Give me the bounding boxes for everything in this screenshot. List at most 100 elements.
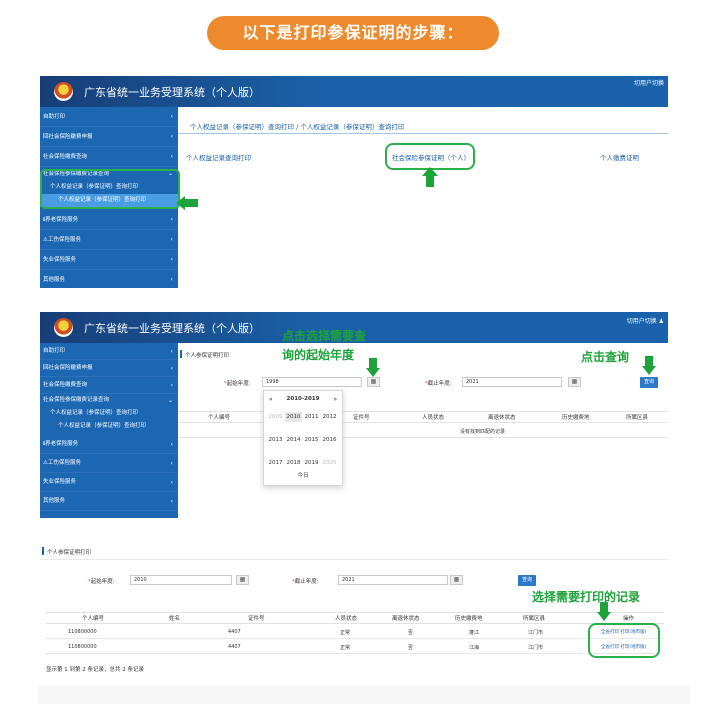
sidebar-item-pension[interactable]: ℹ养老保险服务 ‹: [40, 210, 178, 230]
cell-history: 江海: [469, 645, 480, 651]
query-button[interactable]: 查询: [518, 575, 536, 586]
next-decade-icon[interactable]: »: [333, 396, 337, 403]
table-row: 110800000 4407 正常 否 蓬江 江门市 全省打印 打印(地市版): [46, 625, 664, 639]
sidebar-item-pension[interactable]: ℹ养老保险服务 ‹: [40, 435, 178, 454]
chevron-left-icon: ‹: [170, 216, 173, 223]
emblem-logo-icon: [54, 318, 73, 337]
arrow-left-icon: [176, 196, 198, 210]
year-cell[interactable]: 2013: [267, 435, 284, 445]
sidebar-item-payment-query[interactable]: 社会保险缴费查询 ‹: [40, 377, 178, 394]
sidebar-item-declare[interactable]: 回社会保险缴费申报 ‹: [40, 127, 178, 147]
year-cell[interactable]: 2018: [285, 458, 302, 468]
tab-payment-certificate[interactable]: 个人缴费证明: [600, 152, 639, 162]
divider: [178, 437, 668, 438]
table-header: 个人编号 证件号 人员状态 离退休状态 历史缴费地 所属区县: [178, 411, 668, 423]
year-cell[interactable]: 2020: [321, 458, 338, 468]
calendar-icon[interactable]: ▦: [450, 575, 463, 585]
cell-district: 江门市: [528, 645, 544, 651]
end-year-input[interactable]: 2021: [338, 575, 448, 585]
divider: [178, 133, 668, 134]
chevron-left-icon: ‹: [170, 365, 173, 372]
today-button[interactable]: 今日: [264, 471, 342, 479]
sidebar-item-payment-query[interactable]: 社会保险缴费查询 ‹: [40, 147, 178, 167]
sidebar-sub-item[interactable]: 个人权益记录（参保证明）查询打印: [40, 420, 178, 433]
tab-rights-record[interactable]: 个人权益记录查询打印: [186, 152, 251, 162]
sidebar-item-self-print[interactable]: 自助打印 ‹: [40, 107, 178, 127]
cell-retire: 否: [408, 630, 414, 636]
bottom-strip: [38, 686, 690, 704]
cell-history: 蓬江: [469, 630, 480, 636]
sidebar-item-unemployment[interactable]: 失业保险服务 ‹: [40, 250, 178, 270]
sidebar-item-self-print[interactable]: 自助打印 ‹: [40, 343, 178, 360]
start-year-label: *起始年度:: [224, 381, 251, 387]
chevron-left-icon: ‹: [170, 498, 173, 505]
column-header: 历史缴费地: [562, 415, 590, 421]
end-year-label: *截止年度:: [292, 579, 319, 585]
arrow-down-icon: [597, 602, 611, 622]
arrow-down-icon: [366, 358, 380, 378]
calendar-icon[interactable]: ▦: [568, 377, 581, 387]
sidebar-item-injury[interactable]: ⚠工伤保险服务 ‹: [40, 454, 178, 473]
decade-range[interactable]: 2010-2019: [264, 396, 342, 406]
system-title: 广东省统一业务受理系统（个人版）: [84, 322, 260, 335]
sidebar-item-other[interactable]: 其他服务 ‹: [40, 492, 178, 511]
pagination-info: 显示第 1 到第 2 条记录，总共 2 条记录: [46, 667, 144, 673]
end-year-label: *截止年度:: [425, 381, 452, 387]
year-cell[interactable]: 2016: [321, 435, 338, 445]
arrow-up-icon: [422, 167, 438, 187]
steps-banner: 以下是打印参保证明的步骤：: [207, 16, 499, 50]
column-header: 所属区县: [626, 415, 649, 421]
cell-id: 110800000: [68, 629, 97, 635]
year-cell[interactable]: 2019: [303, 458, 320, 468]
year-cell-selected[interactable]: 2010: [285, 412, 302, 422]
year-cell[interactable]: 2011: [303, 412, 320, 422]
sidebar-item-unemployment[interactable]: 失业保险服务 ‹: [40, 473, 178, 492]
cell-id: 110800000: [68, 644, 97, 650]
calendar-icon[interactable]: ▦: [236, 575, 249, 585]
end-year-input[interactable]: 2021: [462, 377, 562, 387]
column-header: 个人编号: [82, 616, 105, 622]
highlight-sidebar-menu: [40, 169, 180, 209]
sidebar-item-declare[interactable]: 回社会保险缴费申报 ‹: [40, 360, 178, 377]
year-cell[interactable]: 2012: [321, 412, 338, 422]
column-header: 证件号: [248, 616, 265, 622]
column-header: 姓名: [169, 616, 181, 622]
column-header: 个人编号: [208, 415, 231, 421]
chevron-left-icon: ‹: [170, 276, 173, 283]
query-button[interactable]: 查询: [640, 377, 658, 388]
arrow-down-icon: [642, 356, 656, 376]
table-header: 个人编号 姓名 证件号 人员状态 离退休状态 历史缴费地 所属区县 操作: [46, 612, 664, 624]
cell-status: 正常: [340, 645, 351, 651]
year-cell[interactable]: 2009: [267, 412, 284, 422]
section-title: 个人参保证明打印: [47, 550, 92, 556]
sidebar-sub-item[interactable]: 个人权益记录（参保证明）查询打印: [40, 407, 178, 420]
chevron-left-icon: ‹: [170, 113, 173, 120]
user-switch-link[interactable]: 切用户切换: [634, 78, 664, 87]
column-header: 人员状态: [335, 616, 358, 622]
year-cell[interactable]: 2017: [267, 458, 284, 468]
year-cell[interactable]: 2015: [303, 435, 320, 445]
divider: [40, 559, 668, 560]
sidebar-item-record-query[interactable]: 社会保险参保缴费记录查询 ⌄: [40, 394, 178, 407]
top-bar: 广东省统一业务受理系统（个人版） 切用户切换: [40, 76, 668, 107]
chevron-left-icon: ‹: [170, 441, 173, 448]
cell-cert: 4407: [228, 629, 241, 635]
start-year-label: *起始年度:: [88, 579, 115, 585]
sidebar-item-injury[interactable]: ⚠工伤保险服务 ‹: [40, 230, 178, 250]
user-switch-link[interactable]: 切用户切换 ♟: [627, 316, 664, 325]
cell-retire: 否: [408, 645, 414, 651]
year-picker: « 2010-2019 » 2009 2010 2011 2012 2013 2…: [263, 390, 343, 486]
table-row: 110800000 4407 正常 否 江海 江门市 全省打印 打印(地市版): [46, 640, 664, 654]
callout-select-record: 选择需要打印的记录: [532, 590, 641, 604]
sidebar-item-other[interactable]: 其他服务 ‹: [40, 270, 178, 288]
start-year-input[interactable]: 1998: [262, 377, 362, 387]
chevron-left-icon: ‹: [170, 382, 173, 389]
year-cell[interactable]: 2014: [285, 435, 302, 445]
chevron-left-icon: ‹: [170, 153, 173, 160]
calendar-icon[interactable]: ▦: [367, 377, 380, 387]
column-header: 人员状态: [422, 415, 445, 421]
start-year-input[interactable]: 2010: [130, 575, 232, 585]
cell-status: 正常: [340, 630, 351, 636]
emblem-logo-icon: [54, 82, 73, 101]
breadcrumb: 个人权益记录（参保证明）查询打印 / 个人权益记录（参保证明）查询打印: [190, 123, 405, 131]
